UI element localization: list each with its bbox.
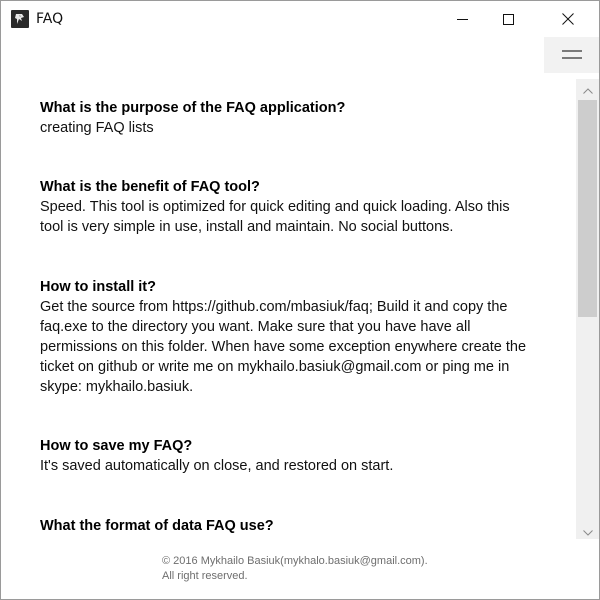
title-bar[interactable]: FAQ — [1, 1, 599, 37]
faq-question: What the format of data FAQ use? — [40, 518, 274, 534]
menu-button[interactable] — [544, 37, 599, 73]
maximize-icon — [502, 13, 514, 25]
faq-answer-line: faq.exe to the directory you want. Make … — [40, 319, 471, 335]
scrollbar-thumb[interactable] — [578, 100, 597, 317]
faq-answer-line: Get the source from https://github.com/m… — [40, 299, 508, 315]
faq-item: What is the purpose of the FAQ applicati… — [40, 98, 550, 138]
close-button[interactable] — [545, 1, 591, 37]
maximize-button[interactable] — [485, 1, 531, 37]
faq-answer: It's saved automatically on close, and r… — [40, 458, 394, 474]
faq-answer-line: tool is very simple in use, install and … — [40, 219, 454, 235]
faq-app-icon — [11, 10, 29, 28]
minimize-button[interactable] — [439, 1, 485, 37]
close-icon — [562, 13, 574, 25]
faq-item: What is the benefit of FAQ tool? Speed. … — [40, 177, 550, 237]
faq-answer-line: skype: mykhailo.basiuk. — [40, 379, 194, 395]
minimize-icon — [456, 14, 468, 25]
faq-question: What is the purpose of the FAQ applicati… — [40, 100, 346, 116]
window-title: FAQ — [36, 11, 64, 27]
faq-question: How to install it? — [40, 279, 156, 295]
copyright-text: © 2016 Mykhailo Basiuk(mykhalo.basiuk@gm… — [162, 555, 428, 567]
hamburger-menu-icon — [561, 46, 582, 65]
faq-item: How to save my FAQ? It's saved automatic… — [40, 436, 550, 476]
footer: © 2016 Mykhailo Basiuk(mykhalo.basiuk@gm… — [162, 554, 428, 584]
faq-content[interactable]: What is the purpose of the FAQ applicati… — [1, 79, 576, 539]
faq-answer: creating FAQ lists — [40, 120, 154, 136]
chevron-down-icon — [582, 521, 593, 540]
faq-window: FAQ What is the purpose of the FAQ appli… — [0, 0, 600, 600]
faq-item: How to install it? Get the source from h… — [40, 277, 550, 397]
faq-item: What the format of data FAQ use? — [40, 516, 550, 536]
scroll-down-button[interactable] — [576, 521, 599, 539]
faq-answer-line: ticket on github or write me on mykhailo… — [40, 359, 510, 375]
rights-text: All right reserved. — [162, 570, 248, 582]
faq-question: How to save my FAQ? — [40, 438, 193, 454]
vertical-scrollbar[interactable] — [576, 79, 599, 539]
chevron-up-icon — [582, 79, 593, 98]
faq-answer-line: Speed. This tool is optimized for quick … — [40, 199, 510, 215]
scroll-up-button[interactable] — [576, 79, 599, 97]
faq-answer-line: permissions on this folder. When have so… — [40, 339, 527, 355]
faq-question: What is the benefit of FAQ tool? — [40, 179, 260, 195]
